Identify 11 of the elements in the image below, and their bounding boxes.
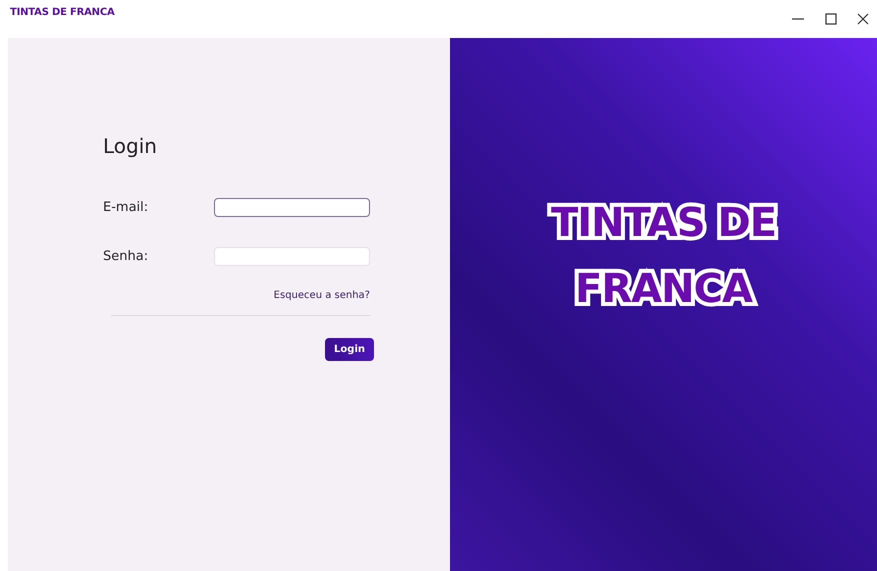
field-label: E-mail: [103,200,148,215]
window-title: TINTAS DE FRANCA [10,6,115,18]
logo-text: TINTAS DE [550,203,776,243]
form-heading: Login [103,134,158,158]
login-button[interactable]: Login [325,338,374,361]
maximize-icon[interactable] [825,13,837,25]
logo-text: FRANCA [575,269,752,309]
input-field[interactable] [214,198,370,217]
forgot-password-link[interactable]: Esqueceu a senha? [274,290,370,301]
close-icon[interactable] [857,13,869,25]
field-label: Senha: [103,249,148,264]
